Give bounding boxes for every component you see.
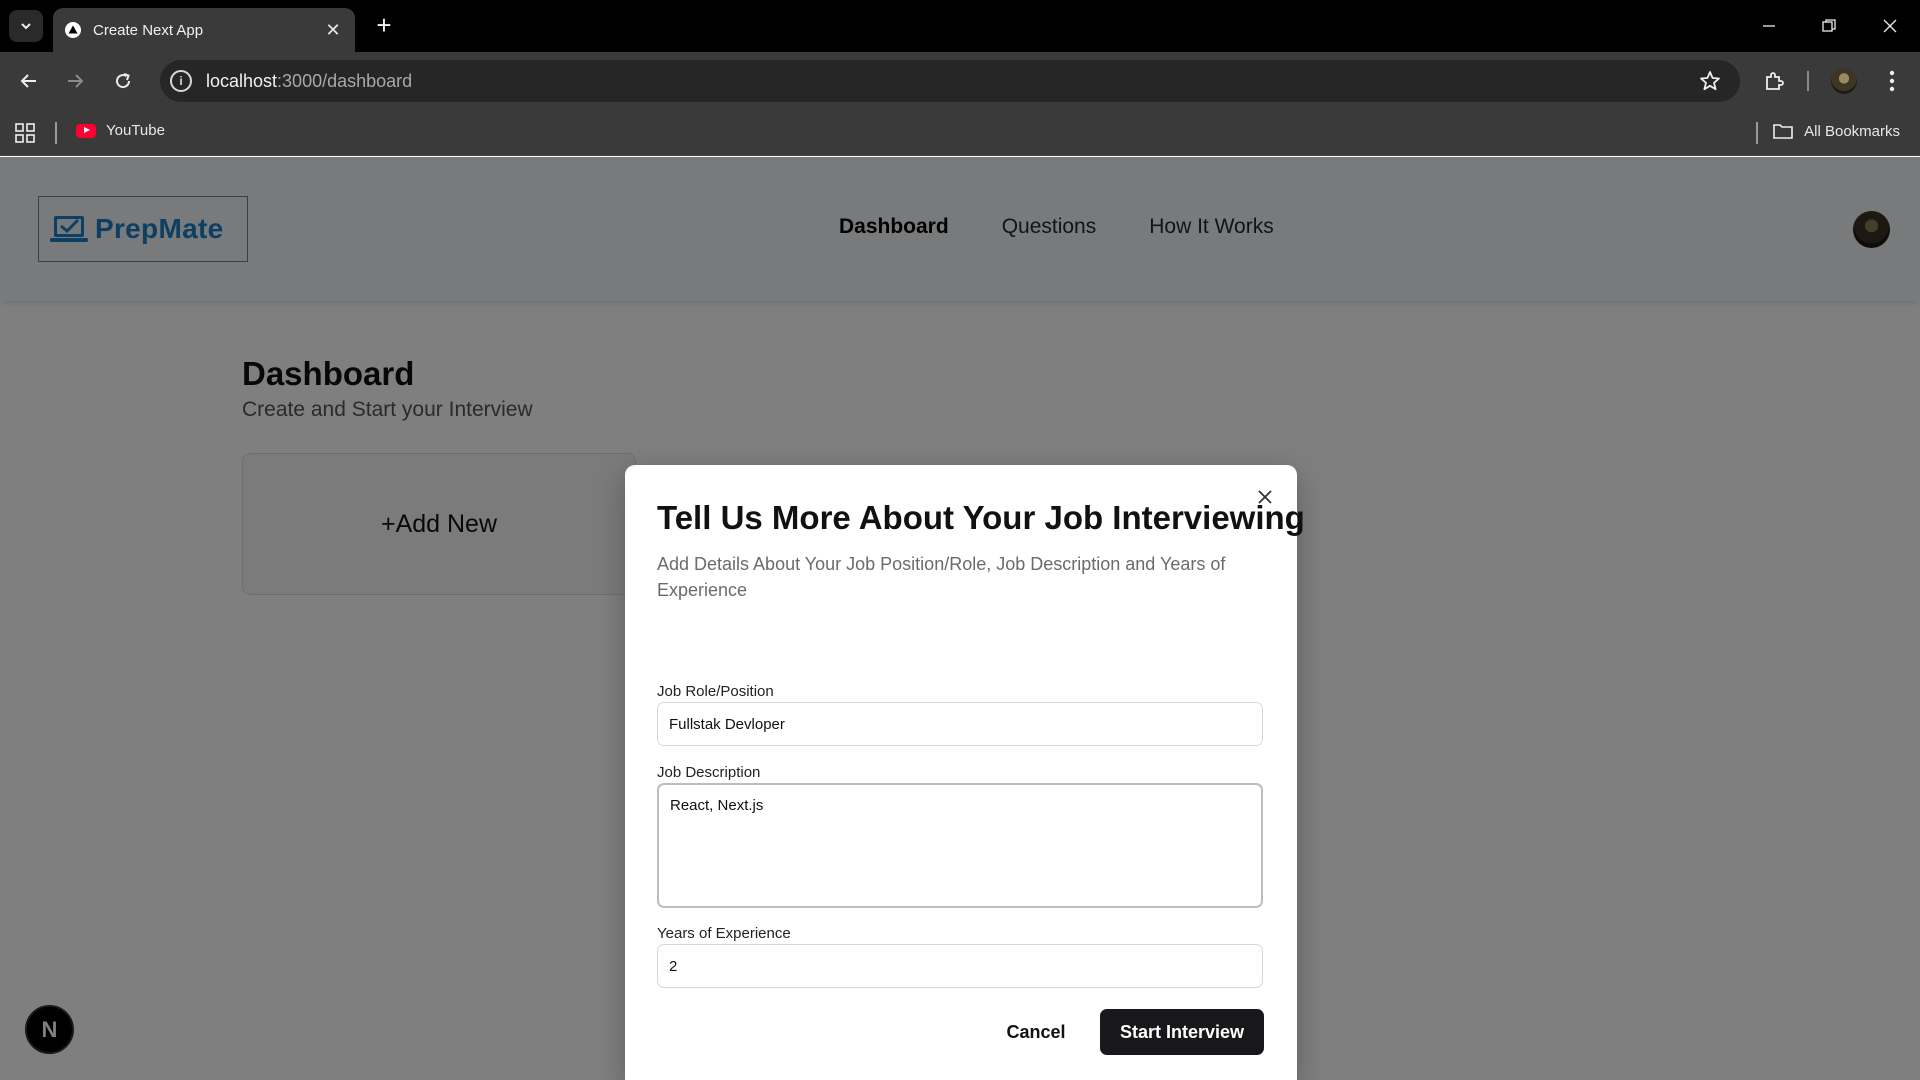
job-role-label: Job Role/Position <box>657 683 774 700</box>
toolbar-divider <box>1807 71 1809 91</box>
tab-title: Create Next App <box>93 21 204 39</box>
kebab-menu-icon[interactable] <box>1876 65 1908 97</box>
profile-icon[interactable] <box>1828 65 1860 97</box>
site-info-icon[interactable]: i <box>170 70 192 92</box>
experience-label: Years of Experience <box>657 925 791 942</box>
browser-tab-bar: Create Next App ✕ + <box>0 0 1920 52</box>
folder-icon <box>1773 124 1793 139</box>
bookmark-label: YouTube <box>106 122 165 139</box>
extensions-icon[interactable] <box>1758 65 1790 97</box>
back-arrow-icon[interactable] <box>13 65 45 97</box>
bookmarks-divider <box>1756 122 1758 144</box>
apps-grid-icon[interactable] <box>14 122 36 144</box>
all-bookmarks-label: All Bookmarks <box>1804 122 1900 140</box>
interview-dialog: Tell Us More About Your Job Interviewing… <box>625 465 1305 1080</box>
job-role-input[interactable]: Fullstak Devloper <box>657 702 1263 746</box>
active-tab[interactable]: Create Next App ✕ <box>53 8 355 52</box>
tab-search-button[interactable] <box>9 10 43 42</box>
experience-input[interactable]: 2 <box>657 944 1263 988</box>
dialog-title: Tell Us More About Your Job Interviewing <box>657 499 1305 536</box>
forward-arrow-icon[interactable] <box>59 65 91 97</box>
cancel-button[interactable]: Cancel <box>976 1009 1096 1055</box>
dialog-description: Add Details About Your Job Position/Role… <box>657 554 1226 600</box>
nextjs-favicon-icon <box>65 22 81 38</box>
window-close-icon[interactable] <box>1870 10 1910 42</box>
minimize-icon[interactable] <box>1749 10 1789 42</box>
tab-close-icon[interactable]: ✕ <box>323 20 343 41</box>
app-page: PrepMate Dashboard Questions How It Work… <box>0 157 1920 1080</box>
start-interview-button[interactable]: Start Interview <box>1100 1009 1264 1055</box>
browser-toolbar: i localhost:3000/dashboard <box>0 52 1920 110</box>
address-bar[interactable]: i localhost:3000/dashboard <box>160 60 1740 102</box>
bookmarks-bar: YouTube All Bookmarks <box>0 110 1920 156</box>
job-description-label: Job Description <box>657 764 761 781</box>
reload-icon[interactable] <box>107 65 139 97</box>
new-tab-plus-icon[interactable]: + <box>370 12 398 40</box>
star-icon[interactable] <box>1698 69 1722 93</box>
url-path: :3000/dashboard <box>277 70 413 91</box>
restore-icon[interactable] <box>1809 10 1849 42</box>
bookmarks-divider <box>55 122 57 144</box>
chevron-down-icon <box>21 23 31 30</box>
job-description-textarea[interactable]: React, Next.js <box>657 783 1263 908</box>
bookmark-youtube[interactable]: YouTube <box>76 122 165 139</box>
youtube-icon <box>76 123 96 138</box>
url-host: localhost <box>206 70 278 91</box>
all-bookmarks-button[interactable]: All Bookmarks <box>1772 122 1900 140</box>
